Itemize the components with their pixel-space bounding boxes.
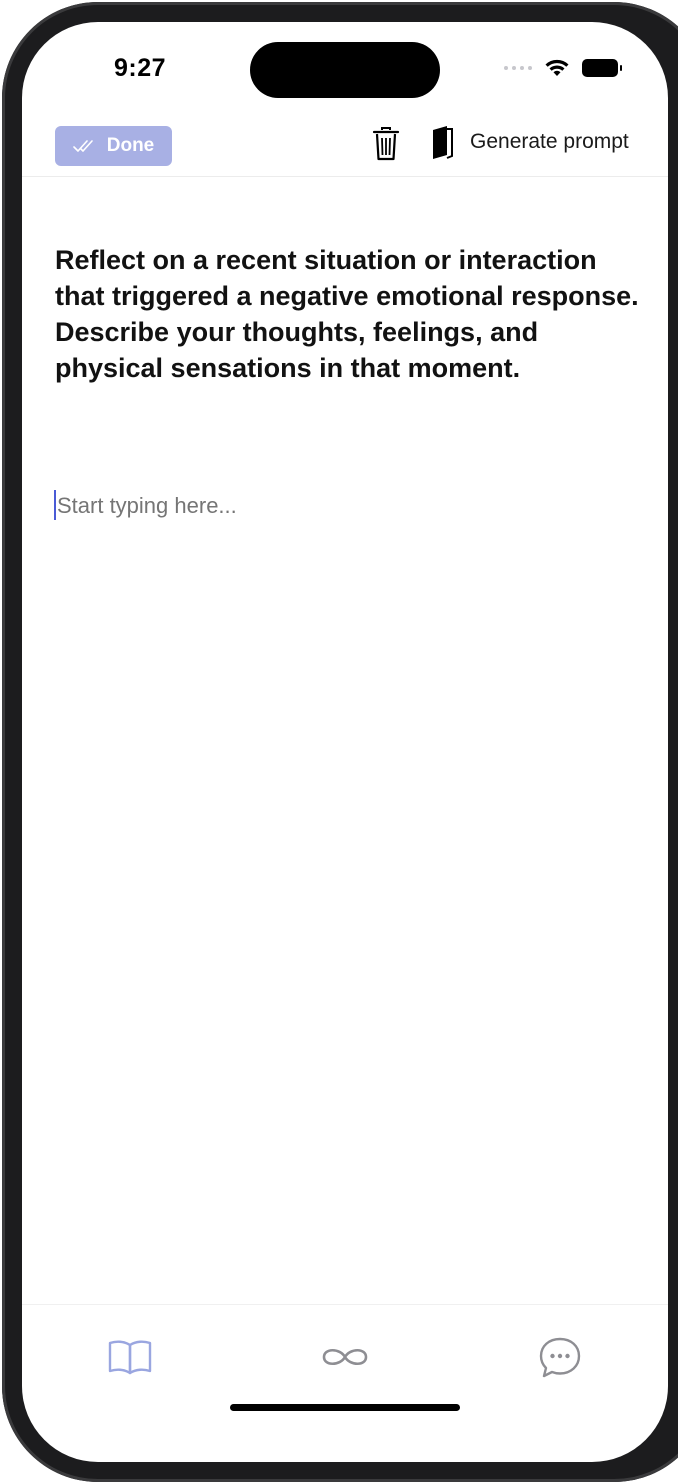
infinity-icon[interactable] xyxy=(318,1335,372,1379)
double-check-icon xyxy=(72,140,93,152)
trash-icon[interactable] xyxy=(372,126,400,162)
journal-entry-input[interactable] xyxy=(55,486,637,526)
book-icon[interactable] xyxy=(430,125,456,161)
status-indicators xyxy=(504,58,622,78)
dynamic-island xyxy=(250,42,440,98)
device: 9:27 Done Generate prompt Reflect on a r… xyxy=(0,0,678,1482)
open-book-icon[interactable] xyxy=(106,1335,154,1379)
journal-prompt: Reflect on a recent situation or interac… xyxy=(55,245,639,383)
done-label: Done xyxy=(106,135,155,156)
done-button[interactable]: Done xyxy=(55,126,172,166)
home-indicator[interactable] xyxy=(230,1404,460,1411)
battery-icon xyxy=(582,59,622,77)
signal-icon xyxy=(504,66,532,70)
screen: 9:27 Done Generate prompt Reflect on a r… xyxy=(22,22,668,1462)
wifi-icon xyxy=(545,59,569,76)
generate-prompt-button[interactable]: Generate prompt xyxy=(470,130,629,154)
editor-toolbar: Done Generate prompt xyxy=(22,122,668,177)
status-time: 9:27 xyxy=(114,54,167,82)
chat-bubble-icon[interactable] xyxy=(536,1335,584,1379)
